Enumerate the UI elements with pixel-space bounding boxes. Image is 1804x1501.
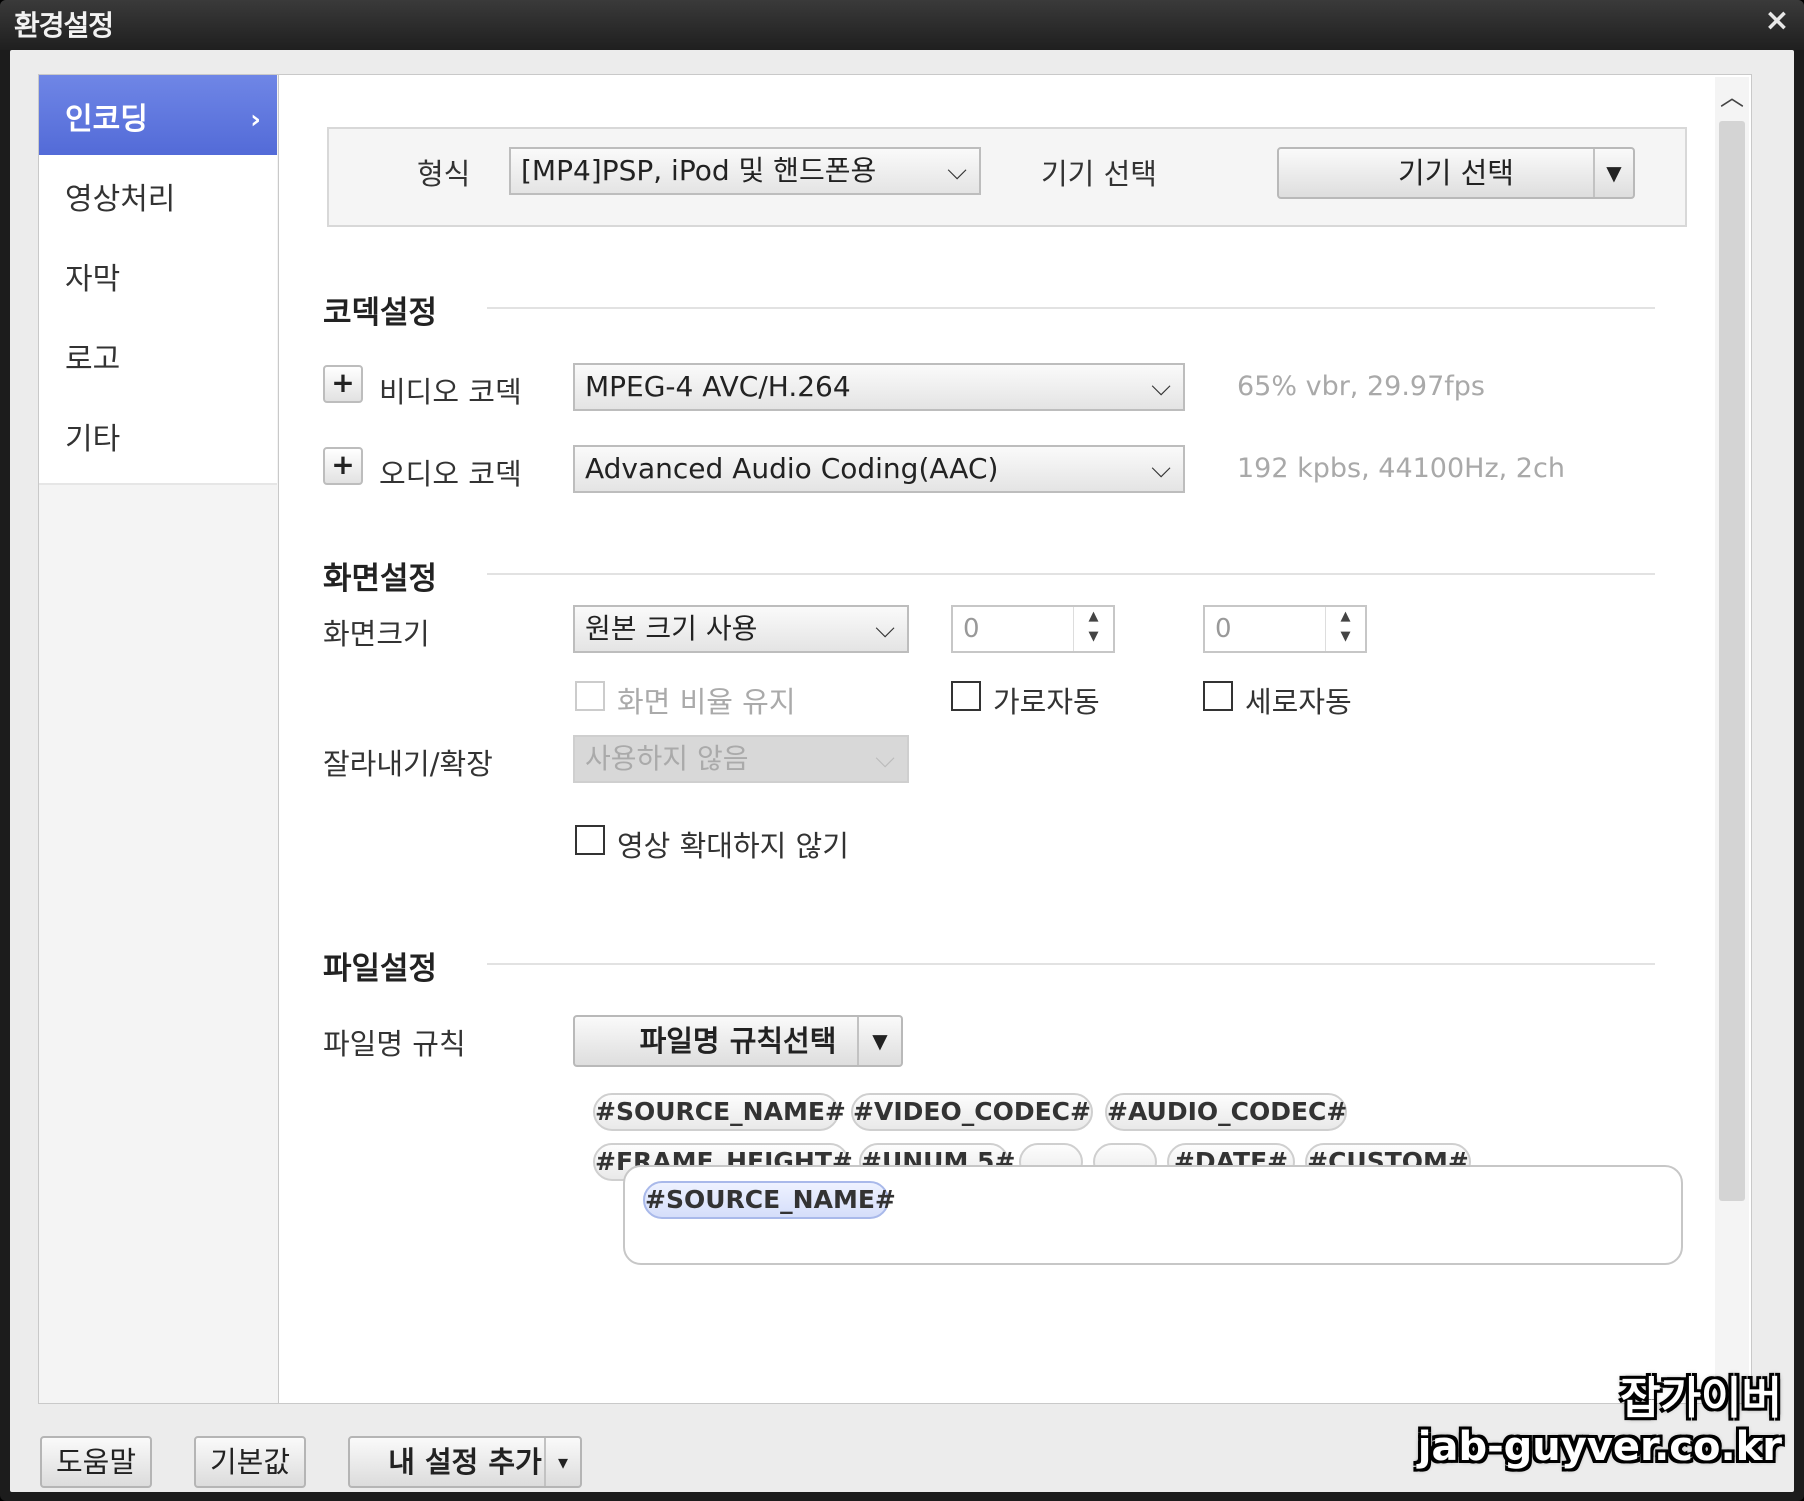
sidebar-item-encoding[interactable]: 인코딩 › xyxy=(39,75,277,165)
video-codec-expand-button[interactable]: + xyxy=(323,365,363,403)
keep-ratio-checkbox[interactable] xyxy=(575,681,605,711)
screen-size-label: 화면크기 xyxy=(323,617,430,651)
encoding-panel: ︿ 형식 [MP4]PSP, iPod 및 핸드폰용 ⌵ 기기 선택 기기 선택… xyxy=(278,74,1752,1404)
add-my-setting-label: 내 설정 추가 xyxy=(388,1445,542,1479)
watermark-title: 잡가이버 xyxy=(1620,1373,1782,1424)
height-value: 0 xyxy=(1215,614,1232,644)
section-divider xyxy=(487,963,1655,965)
format-value: [MP4]PSP, iPod 및 핸드폰용 xyxy=(521,154,877,187)
chevron-right-icon: › xyxy=(250,105,261,135)
title-bar[interactable]: 환경설정 × xyxy=(0,0,1804,50)
width-value: 0 xyxy=(963,614,980,644)
video-codec-select[interactable]: MPEG-4 AVC/H.264 ⌵ xyxy=(573,363,1185,411)
chevron-down-icon: ⌵ xyxy=(875,614,895,644)
add-my-setting-button[interactable]: 내 설정 추가 ▾ xyxy=(348,1436,582,1488)
section-divider xyxy=(487,307,1655,309)
window-title: 환경설정 xyxy=(14,9,114,42)
device-select-button[interactable]: 기기 선택 ▼ xyxy=(1277,147,1635,199)
height-input[interactable]: 0 ▲ ▼ xyxy=(1203,605,1367,653)
scroll-thumb[interactable] xyxy=(1719,121,1745,1201)
sidebar-item-label: 기타 xyxy=(65,422,121,457)
format-group: 형식 [MP4]PSP, iPod 및 핸드폰용 ⌵ 기기 선택 기기 선택 ▼ xyxy=(327,127,1687,227)
keep-ratio-label: 화면 비율 유지 xyxy=(617,685,796,719)
video-codec-info: 65% vbr, 29.97fps xyxy=(1237,371,1485,402)
file-section-title: 파일설정 xyxy=(323,951,438,987)
sidebar-item-subtitle[interactable]: 자막 xyxy=(39,235,277,325)
video-codec-label: 비디오 코덱 xyxy=(379,375,522,409)
filename-pattern-field[interactable]: #SOURCE_NAME# xyxy=(623,1165,1683,1265)
auto-height-checkbox[interactable] xyxy=(1203,681,1233,711)
audio-codec-select[interactable]: Advanced Audio Coding(AAC) ⌵ xyxy=(573,445,1185,493)
sidebar-item-label: 인코딩 xyxy=(65,102,148,137)
chevron-down-icon: ⌵ xyxy=(1151,454,1171,484)
chevron-down-icon: ⌵ xyxy=(875,744,895,774)
audio-codec-label: 오디오 코덱 xyxy=(379,457,522,491)
crop-label: 잘라내기/확장 xyxy=(323,747,493,781)
auto-width-checkbox[interactable] xyxy=(951,681,981,711)
chevron-down-icon: ⌵ xyxy=(947,156,967,186)
section-divider xyxy=(487,573,1655,575)
width-input[interactable]: 0 ▲ ▼ xyxy=(951,605,1115,653)
filename-rule-button-label: 파일명 규칙선택 xyxy=(639,1024,837,1058)
format-select[interactable]: [MP4]PSP, iPod 및 핸드폰용 ⌵ xyxy=(509,147,981,195)
screen-size-value: 원본 크기 사용 xyxy=(585,612,758,645)
filename-rule-label: 파일명 규칙 xyxy=(323,1027,466,1061)
audio-codec-expand-button[interactable]: + xyxy=(323,447,363,485)
tag-source-name[interactable]: #SOURCE_NAME# xyxy=(593,1093,846,1131)
dropdown-arrow-icon[interactable]: ▼ xyxy=(1593,149,1633,197)
sidebar-item-video-processing[interactable]: 영상처리 xyxy=(39,155,277,245)
audio-codec-value: Advanced Audio Coding(AAC) xyxy=(585,452,999,485)
no-upscale-label: 영상 확대하지 않기 xyxy=(617,829,849,863)
audio-codec-info: 192 kpbs, 44100Hz, 2ch xyxy=(1237,453,1565,484)
spin-arrows-icon[interactable]: ▲ ▼ xyxy=(1073,607,1113,651)
vertical-scrollbar[interactable]: ︿ xyxy=(1715,77,1749,1403)
help-button[interactable]: 도움말 xyxy=(40,1436,152,1488)
device-button-label: 기기 선택 xyxy=(1398,156,1514,190)
settings-window: 환경설정 × 인코딩 › 영상처리 자막 로고 기타 ︿ 형식 [MP4]PSP… xyxy=(0,0,1804,1501)
sidebar-item-label: 영상처리 xyxy=(65,182,176,217)
no-upscale-checkbox[interactable] xyxy=(575,825,605,855)
crop-value: 사용하지 않음 xyxy=(585,742,749,775)
spin-arrows-icon[interactable]: ▲ ▼ xyxy=(1325,607,1365,651)
dropdown-arrow-icon[interactable]: ▼ xyxy=(857,1017,901,1065)
dialog-body: 인코딩 › 영상처리 자막 로고 기타 ︿ 형식 [MP4]PSP, iPod … xyxy=(10,50,1794,1492)
device-label: 기기 선택 xyxy=(1041,157,1157,191)
close-button[interactable]: × xyxy=(1760,2,1794,40)
auto-height-label: 세로자동 xyxy=(1245,685,1352,719)
sidebar-item-label: 자막 xyxy=(65,262,121,297)
current-tag-source-name[interactable]: #SOURCE_NAME# xyxy=(643,1181,896,1219)
tag-video-codec[interactable]: #VIDEO_CODEC# xyxy=(851,1093,1093,1131)
category-sidebar: 인코딩 › 영상처리 자막 로고 기타 xyxy=(38,74,278,1404)
filename-rule-button[interactable]: 파일명 규칙선택 ▼ xyxy=(573,1015,903,1067)
codec-section-title: 코덱설정 xyxy=(323,295,438,331)
sidebar-item-logo[interactable]: 로고 xyxy=(39,315,277,405)
watermark-url: jab-guyver.co.kr xyxy=(1417,1424,1782,1470)
sidebar-item-etc[interactable]: 기타 xyxy=(39,395,277,485)
chevron-down-icon: ⌵ xyxy=(1151,372,1171,402)
default-button[interactable]: 기본값 xyxy=(194,1436,306,1488)
scroll-up-icon[interactable]: ︿ xyxy=(1715,77,1749,117)
auto-width-label: 가로자동 xyxy=(993,685,1100,719)
tag-audio-codec[interactable]: #AUDIO_CODEC# xyxy=(1105,1093,1347,1131)
format-label: 형식 xyxy=(417,157,471,191)
screen-section-title: 화면설정 xyxy=(323,561,438,597)
video-codec-value: MPEG-4 AVC/H.264 xyxy=(585,370,851,403)
crop-select[interactable]: 사용하지 않음 ⌵ xyxy=(573,735,909,783)
dropdown-arrow-icon[interactable]: ▾ xyxy=(544,1438,580,1486)
sidebar-item-label: 로고 xyxy=(65,342,121,377)
screen-size-select[interactable]: 원본 크기 사용 ⌵ xyxy=(573,605,909,653)
